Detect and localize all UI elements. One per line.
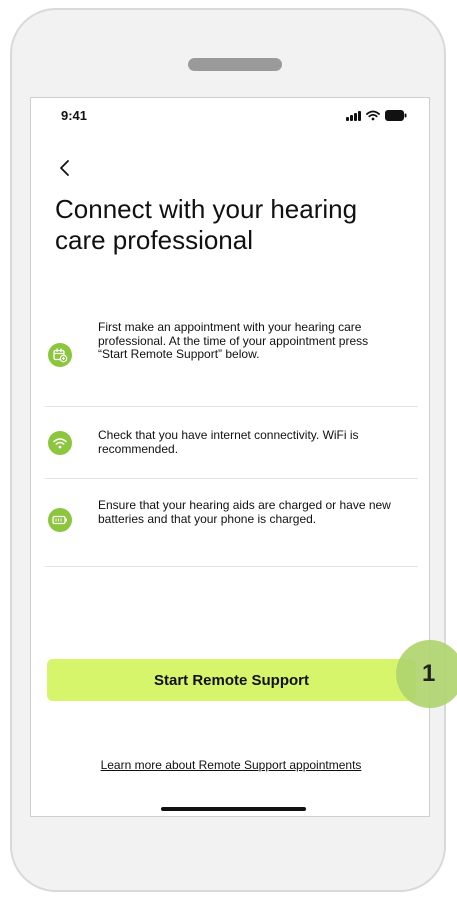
battery-icon <box>385 110 407 121</box>
battery-icon <box>48 508 72 532</box>
info-text: First make an appointment with your hear… <box>98 320 369 361</box>
calendar-add-icon <box>48 343 72 367</box>
status-icons <box>346 110 407 121</box>
info-text: Ensure that your hearing aids are charge… <box>98 498 391 526</box>
page: 9:41 Connect with your hearing care prof… <box>0 0 457 904</box>
info-item-connectivity: Check that you have internet connectivit… <box>45 407 418 479</box>
info-item-battery: Ensure that your hearing aids are charge… <box>45 479 418 567</box>
phone-screen: 9:41 Connect with your hearing care prof… <box>30 97 430 817</box>
home-indicator <box>161 807 306 811</box>
back-button[interactable] <box>55 156 79 180</box>
learn-more-link[interactable]: Learn more about Remote Support appointm… <box>31 758 429 772</box>
info-item-appointment: First make an appointment with your hear… <box>45 310 418 407</box>
chevron-left-icon <box>55 160 79 184</box>
wifi-icon <box>366 110 380 121</box>
info-list: First make an appointment with your hear… <box>45 310 418 567</box>
info-text: Check that you have internet connectivit… <box>98 428 359 456</box>
wifi-icon <box>48 431 72 455</box>
phone-speaker <box>188 58 282 71</box>
page-title: Connect with your hearing care professio… <box>55 194 358 255</box>
start-remote-support-button[interactable]: Start Remote Support <box>47 659 416 701</box>
signal-icon <box>346 111 361 121</box>
callout-badge: 1 <box>396 640 457 708</box>
status-bar: 9:41 <box>31 98 429 134</box>
status-time: 9:41 <box>61 108 88 123</box>
